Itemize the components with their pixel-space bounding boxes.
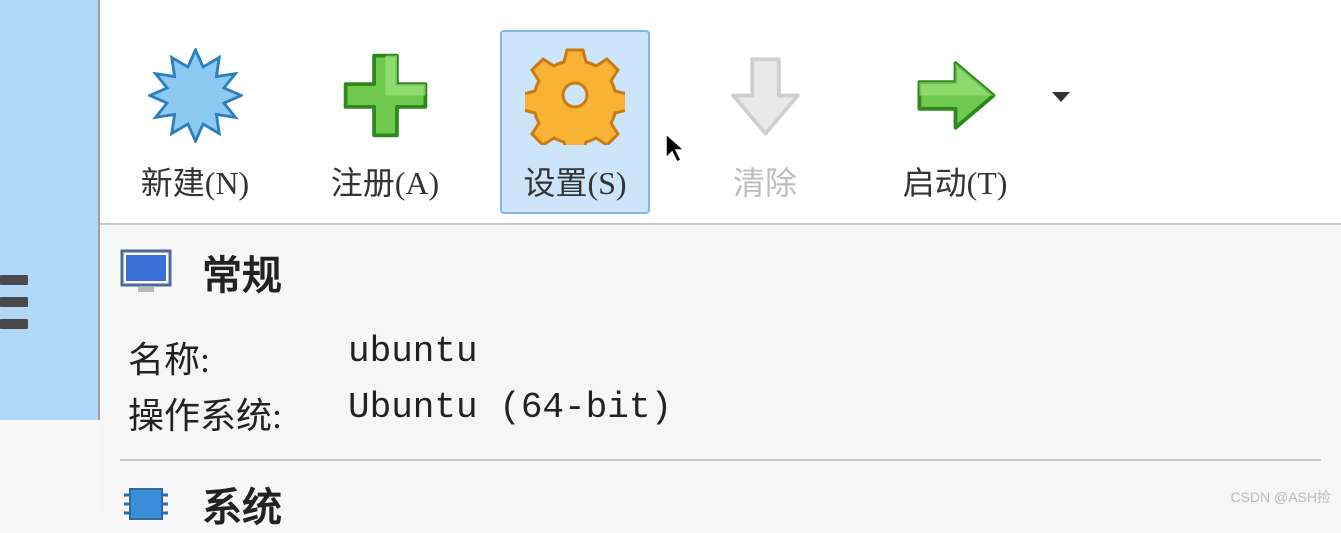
name-label: 名称:: [128, 331, 348, 383]
sidebar: [0, 0, 100, 420]
discard-button: 清除: [690, 30, 840, 214]
chevron-down-icon: [1050, 90, 1072, 104]
start-dropdown[interactable]: [1050, 30, 1072, 104]
name-row: 名称: ubuntu: [128, 331, 1321, 383]
details-panel: 常规 名称: ubuntu 操作系统: Ubuntu (64-bit) 系统: [100, 225, 1341, 513]
plus-icon: [335, 40, 435, 150]
os-value: Ubuntu (64-bit): [348, 387, 672, 439]
name-value: ubuntu: [348, 331, 478, 383]
gear-icon: [525, 40, 625, 150]
divider: [120, 459, 1321, 461]
add-button[interactable]: 注册(A): [310, 30, 460, 214]
settings-label: 设置(S): [523, 158, 626, 204]
general-title: 常规: [202, 243, 282, 301]
settings-button[interactable]: 设置(S): [500, 30, 650, 214]
general-section-header[interactable]: 常规: [120, 243, 1321, 301]
start-button[interactable]: 启动(T): [880, 30, 1030, 214]
os-label: 操作系统:: [128, 387, 348, 439]
arrow-right-icon: [905, 40, 1005, 150]
arrow-down-icon: [715, 40, 815, 150]
chip-icon: [120, 481, 172, 527]
discard-label: 清除: [733, 158, 797, 204]
new-button[interactable]: 新建(N): [120, 30, 270, 214]
monitor-icon: [120, 249, 172, 295]
system-section-header[interactable]: 系统: [120, 475, 1321, 533]
os-row: 操作系统: Ubuntu (64-bit): [128, 387, 1321, 439]
start-label: 启动(T): [903, 158, 1008, 204]
add-label: 注册(A): [331, 158, 439, 204]
menu-icon[interactable]: [0, 275, 30, 335]
toolbar: 新建(N) 注册(A) 设置(S) 清除: [100, 0, 1341, 225]
watermark: CSDN @ASH捡: [1230, 487, 1331, 507]
new-label: 新建(N): [141, 158, 249, 204]
starburst-icon: [145, 40, 245, 150]
system-title: 系统: [202, 475, 282, 533]
